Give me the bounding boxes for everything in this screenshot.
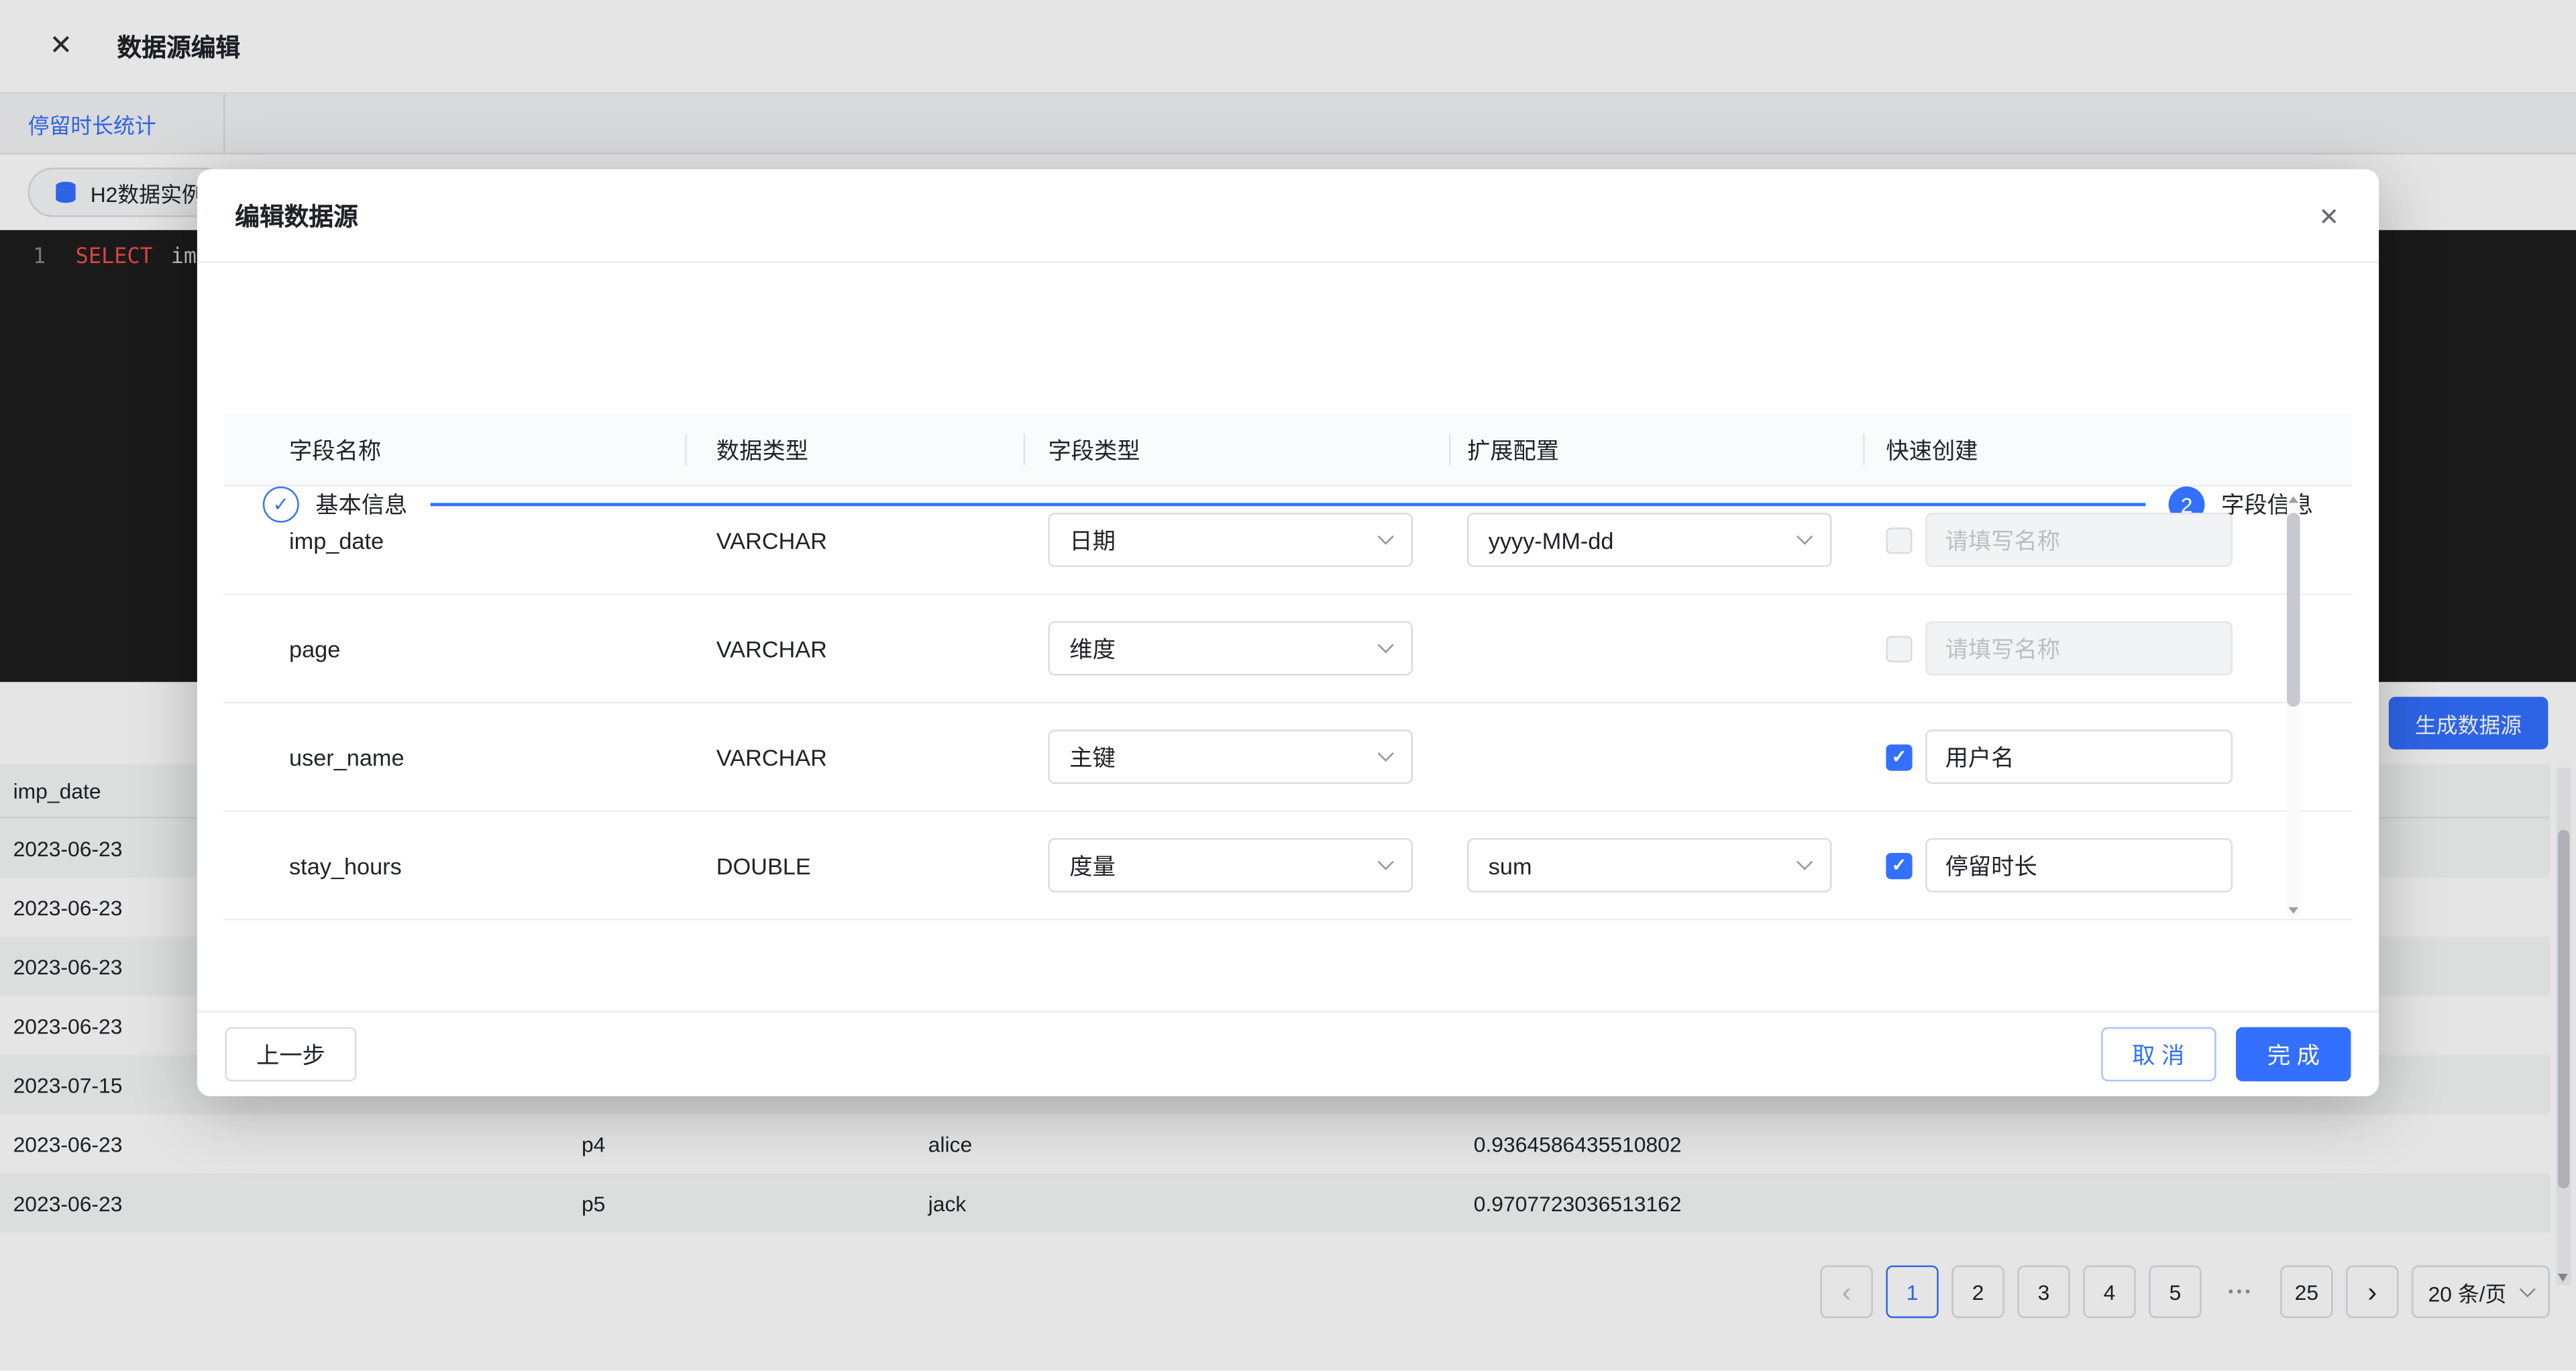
chevron-down-icon (1796, 528, 1813, 544)
col-field-name: 字段名称 (223, 414, 685, 485)
quick-create-checkbox[interactable] (1886, 527, 1912, 553)
chevron-down-icon (1796, 854, 1813, 870)
ext-config-select[interactable]: sum (1467, 838, 1832, 893)
scrollbar-thumb[interactable] (2287, 513, 2300, 707)
prev-step-button[interactable]: 上一步 (225, 1027, 357, 1082)
field-table-header: 字段名称 数据类型 字段类型 扩展配置 快速创建 (223, 414, 2353, 487)
field-name: user_name (223, 744, 685, 770)
chevron-down-icon (1378, 854, 1394, 870)
quick-name-input[interactable] (1925, 621, 2233, 676)
quick-create-checkbox[interactable]: ✓ (1886, 852, 1912, 878)
chevron-down-icon (1378, 746, 1394, 762)
field-type-select[interactable]: 日期 (1048, 513, 1413, 567)
quick-create-checkbox[interactable] (1886, 636, 1912, 662)
field-table: 字段名称 数据类型 字段类型 扩展配置 快速创建 imp_date VARCHA… (223, 414, 2353, 920)
quick-name-input[interactable] (1925, 729, 2233, 784)
quick-create-checkbox[interactable]: ✓ (1886, 744, 1912, 770)
field-row-user-name: user_name VARCHAR 主键 ✓ (223, 703, 2353, 812)
field-name: imp_date (223, 527, 685, 553)
ext-config-select[interactable]: yyyy-MM-dd (1467, 513, 1832, 567)
modal-title: 编辑数据源 (235, 198, 358, 232)
app: ✕ 数据源编辑 停留时长统计 H2数据实例 1 SELECT imp 生成数据源… (0, 0, 2576, 1371)
col-field-type: 字段类型 (1024, 414, 1449, 485)
field-row-imp-date: imp_date VARCHAR 日期 yyyy-MM-dd (223, 487, 2353, 595)
modal-close-icon[interactable]: ✕ (2319, 202, 2340, 232)
modal-footer: 上一步 取 消 完 成 (197, 1011, 2379, 1096)
quick-name-input[interactable] (1925, 838, 2233, 893)
scrollbar-up-icon[interactable] (2288, 497, 2298, 503)
data-type: DOUBLE (685, 852, 1023, 878)
field-type-select[interactable]: 维度 (1048, 621, 1413, 676)
field-row-page: page VARCHAR 维度 (223, 595, 2353, 704)
modal-header: 编辑数据源 ✕ (197, 169, 2379, 263)
col-data-type: 数据类型 (685, 414, 1023, 485)
col-quick-create: 快速创建 (1863, 414, 2353, 485)
data-type: VARCHAR (685, 744, 1023, 770)
col-ext-config: 扩展配置 (1449, 414, 1863, 485)
finish-button[interactable]: 完 成 (2236, 1027, 2351, 1082)
field-name: page (223, 636, 685, 662)
data-type: VARCHAR (685, 636, 1023, 662)
scrollbar-down-icon[interactable] (2288, 907, 2298, 914)
cancel-button[interactable]: 取 消 (2101, 1027, 2216, 1082)
chevron-down-icon (1378, 637, 1394, 653)
field-table-scrollbar[interactable] (2287, 493, 2300, 917)
field-type-select[interactable]: 度量 (1048, 838, 1413, 893)
field-row-stay-hours: stay_hours DOUBLE 度量 sum ✓ (223, 812, 2353, 921)
field-name: stay_hours (223, 852, 685, 878)
edit-datasource-modal: 编辑数据源 ✕ ✓ 基本信息 2 字段信息 字段名称 数据类型 字段类型 扩展配… (197, 169, 2379, 1096)
quick-name-input[interactable] (1925, 513, 2233, 567)
chevron-down-icon (1378, 528, 1394, 544)
data-type: VARCHAR (685, 527, 1023, 553)
field-type-select[interactable]: 主键 (1048, 729, 1413, 784)
